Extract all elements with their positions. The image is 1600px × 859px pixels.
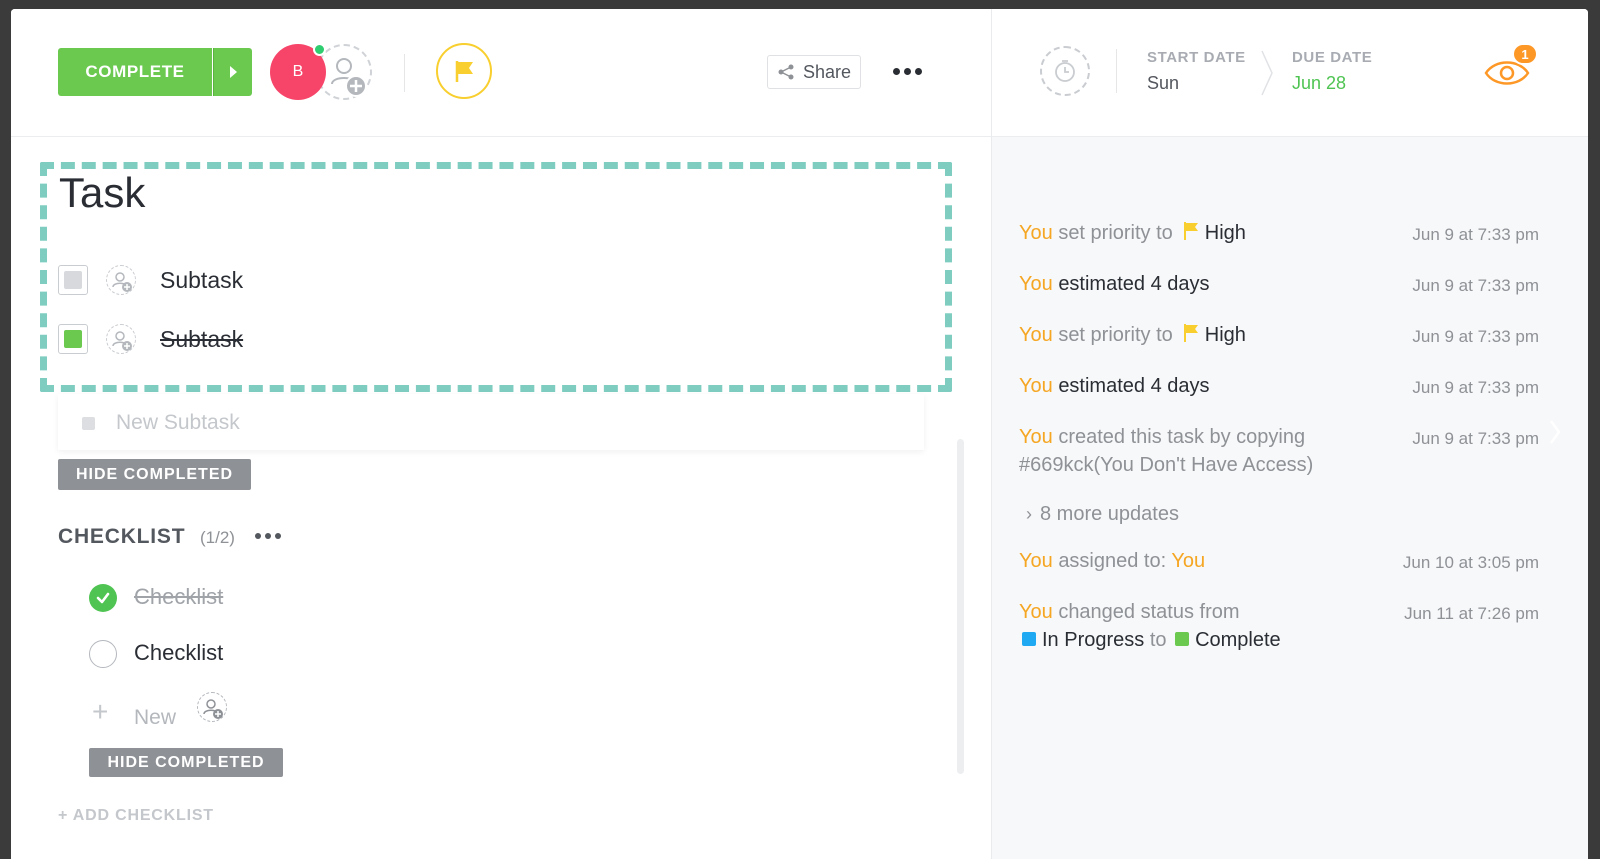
plus-icon[interactable]: + [92, 698, 108, 726]
new-checklist-item[interactable]: New [134, 706, 176, 730]
activity-actor[interactable]: You [1019, 601, 1053, 623]
dot-icon [892, 67, 900, 75]
checkmark-icon [96, 592, 110, 604]
activity-text: created this task by copying [1058, 426, 1306, 448]
activity-time: Jun 10 at 3:05 pm [1402, 553, 1539, 572]
hide-completed-subtasks-button[interactable]: HIDE COMPLETED [58, 459, 251, 490]
activity-item: You set priority to High Jun 9 at 7:33 pm [1019, 219, 1539, 247]
new-subtask-input[interactable] [116, 408, 896, 438]
activity-text: set priority to [1058, 222, 1173, 244]
activity-time: Jun 9 at 7:33 pm [1412, 378, 1539, 397]
dot-icon [265, 533, 271, 539]
online-status-indicator [313, 43, 326, 56]
more-updates-label: 8 more updates [1040, 503, 1179, 525]
activity-actor[interactable]: You [1019, 222, 1053, 244]
time-tracking-button[interactable] [1040, 46, 1090, 96]
toolbar-divider [404, 54, 405, 92]
activity-time: Jun 9 at 7:33 pm [1412, 429, 1539, 448]
dot-icon [914, 67, 922, 75]
due-date-label: DUE DATE [1292, 49, 1373, 66]
chevron-right-icon [1261, 50, 1273, 96]
activity-text: set priority to [1058, 324, 1173, 346]
activity-text: estimated 4 days [1058, 273, 1210, 295]
start-date-value[interactable]: Sun [1147, 73, 1179, 94]
share-button[interactable]: Share [767, 55, 861, 89]
checklist-assign-button[interactable] [197, 692, 227, 722]
activity-item: You changed status from In Progress to C… [1019, 598, 1539, 654]
activity-item: You assigned to: You Jun 10 at 3:05 pm [1019, 547, 1539, 575]
clock-icon [1055, 60, 1075, 82]
status-from: In Progress [1042, 629, 1145, 651]
caret-right-icon [229, 66, 237, 78]
dates-divider [1116, 49, 1117, 93]
start-date-label: START DATE [1147, 49, 1246, 66]
flag-icon [455, 61, 473, 82]
checklist-title: CHECKLIST [58, 525, 186, 548]
status-dropdown-button[interactable] [213, 48, 252, 96]
add-user-icon [203, 699, 223, 719]
task-main-pane: COMPLETE B Share Task Subtask Subtask Ne… [11, 9, 991, 859]
activity-value: High [1204, 222, 1246, 244]
complete-button[interactable]: COMPLETE [58, 48, 212, 96]
status-to-word: to [1149, 629, 1167, 651]
activity-actor[interactable]: You [1019, 273, 1053, 295]
checklist-options-button[interactable] [255, 529, 281, 543]
activity-actor[interactable]: You [1019, 426, 1053, 448]
task-modal: COMPLETE B Share Task Subtask Subtask Ne… [11, 9, 1588, 859]
flag-icon [1183, 324, 1198, 342]
checklist-item-check[interactable] [89, 584, 117, 612]
status-color-icon [1175, 632, 1190, 646]
task-toolbar: COMPLETE B Share [11, 9, 991, 137]
activity-item: You estimated 4 days Jun 9 at 7:33 pm [1019, 372, 1539, 400]
scrollbar[interactable] [957, 439, 964, 774]
share-label: Share [802, 61, 852, 82]
activity-text-continued: #669kck(You Don't Have Access) [1019, 454, 1314, 476]
activity-item: You estimated 4 days Jun 9 at 7:33 pm [1019, 270, 1539, 298]
checklist-item[interactable]: Checklist [89, 584, 489, 614]
chevron-right-icon: › [1026, 504, 1032, 524]
activity-time: Jun 9 at 7:33 pm [1412, 276, 1539, 295]
dot-icon [275, 533, 281, 539]
activity-time: Jun 11 at 7:26 pm [1404, 604, 1539, 623]
activity-text: estimated 4 days [1058, 375, 1210, 397]
chevron-right-icon[interactable] [1548, 418, 1562, 446]
checklist-item-label[interactable]: Checklist [134, 584, 223, 610]
status-color-icon [1022, 632, 1036, 646]
priority-button[interactable] [436, 43, 492, 99]
checklist-item[interactable]: Checklist [89, 640, 489, 670]
activity-text: changed status from [1058, 601, 1240, 623]
more-updates-toggle[interactable]: › 8 more updates [1026, 503, 1179, 526]
dates-bar: START DATE Sun DUE DATE Jun 28 1 [992, 9, 1588, 137]
activity-item: You set priority to High Jun 9 at 7:33 pm [1019, 321, 1539, 349]
more-options-button[interactable] [889, 59, 925, 83]
activity-text: assigned to: [1058, 550, 1167, 572]
activity-actor[interactable]: You [1019, 375, 1053, 397]
dot-icon [903, 67, 911, 75]
hide-completed-checklist-button[interactable]: HIDE COMPLETED [89, 748, 283, 777]
checklist-item-check[interactable] [89, 640, 117, 668]
add-checklist-button[interactable]: + ADD CHECKLIST [58, 807, 214, 825]
checklist-count: (1/2) [200, 528, 235, 547]
bullet-icon [82, 417, 95, 430]
share-icon [778, 64, 794, 80]
due-date-value[interactable]: Jun 28 [1292, 73, 1346, 94]
highlight-frame [40, 162, 952, 392]
watchers-count-badge: 1 [1512, 43, 1538, 65]
activity-item: You created this task by copying #669kck… [1019, 423, 1539, 479]
checklist-item-label[interactable]: Checklist [134, 640, 223, 666]
status-to: Complete [1195, 629, 1281, 651]
activity-actor[interactable]: You [1019, 550, 1053, 572]
activity-time: Jun 9 at 7:33 pm [1412, 327, 1539, 346]
dot-icon [255, 533, 261, 539]
activity-time: Jun 9 at 7:33 pm [1412, 225, 1539, 244]
new-subtask-row [58, 394, 924, 450]
activity-actor[interactable]: You [1019, 324, 1053, 346]
activity-pane: START DATE Sun DUE DATE Jun 28 1 You set… [991, 9, 1588, 859]
activity-value[interactable]: You [1171, 550, 1205, 572]
activity-value: High [1204, 324, 1246, 346]
flag-icon [1183, 222, 1198, 240]
